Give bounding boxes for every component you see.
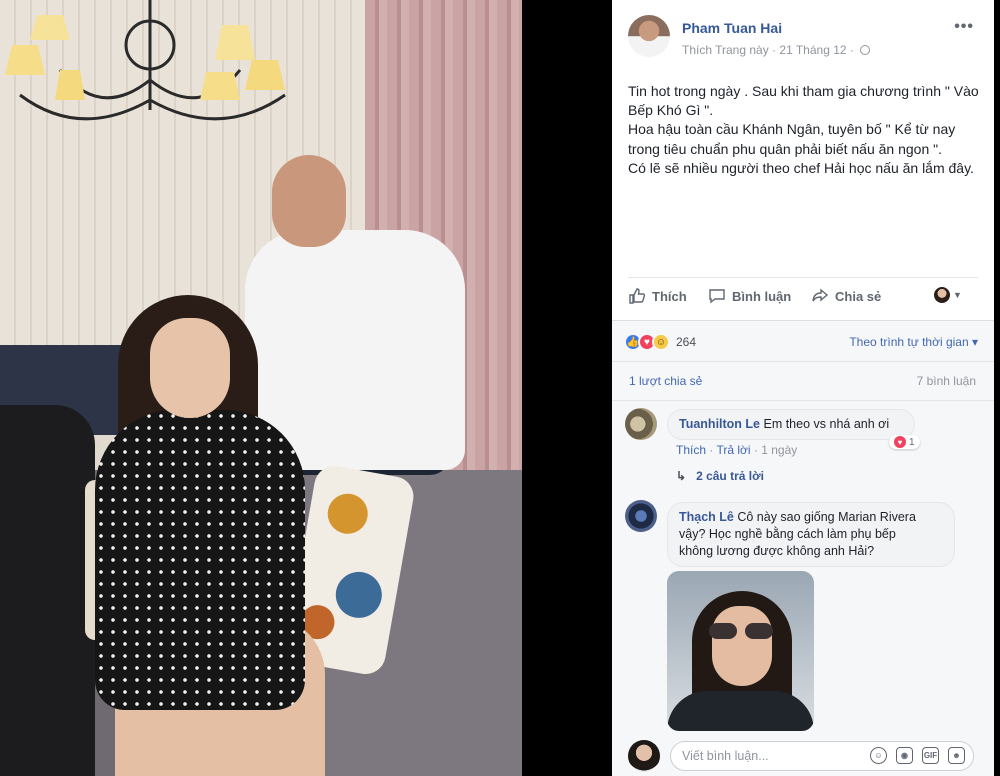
camera-icon[interactable]: ◉ — [896, 747, 913, 764]
sticker-icon[interactable]: ☻ — [948, 747, 965, 764]
comment-reply-link[interactable]: Trả lời — [716, 443, 750, 457]
comment-reaction-badge[interactable]: ♥ 1 — [889, 435, 920, 449]
woman-polka-dress — [95, 410, 305, 710]
like-page-link[interactable]: Thích Trang này — [682, 43, 769, 57]
commenter-name[interactable]: Thạch Lê — [679, 510, 734, 524]
post-text-line: Hoa hậu toàn cầu Khánh Ngân, tuyên bố " … — [628, 121, 956, 157]
screen: Pham Tuan Hai Thích Trang này · 21 Tháng… — [0, 0, 1000, 776]
comment-like-link[interactable]: Thích — [676, 443, 706, 457]
sunglasses-icon — [709, 623, 775, 639]
thumbs-up-icon — [629, 288, 646, 304]
post-text-line: Có lẽ sẽ nhiều người theo chef Hải học n… — [628, 159, 974, 176]
reactions-summary[interactable]: 👍 ♥ ☺ 264 — [624, 333, 696, 351]
comment-input-placeholder: Viết bình luận... — [682, 749, 769, 763]
more-dots-icon[interactable]: ••• — [954, 18, 974, 36]
commenter-avatar[interactable] — [625, 500, 657, 532]
comment-text: Em theo vs nhá anh ơi — [760, 417, 890, 431]
sort-comments-dropdown[interactable]: Theo trình tự thời gian ▾ — [849, 335, 978, 349]
author-avatar[interactable] — [628, 15, 670, 57]
action-bar: Thích Bình luận Chia sẻ ▼ — [628, 287, 980, 313]
chevron-down-icon: ▼ — [953, 290, 962, 300]
comment-icon — [709, 289, 725, 304]
divider — [628, 277, 978, 278]
chandelier-icon — [5, 0, 286, 121]
comment-text-line: Cô này sao giống Marian Rivera — [733, 510, 916, 524]
viewer-avatar — [934, 287, 950, 303]
post-meta: Thích Trang này · 21 Tháng 12 · — [682, 43, 871, 57]
view-replies-link[interactable]: ↳ 2 câu trả lời — [676, 469, 764, 483]
comment-meta: Thích · Trả lời · 1 ngày — [676, 443, 798, 457]
haha-reaction-icon: ☺ — [652, 333, 670, 351]
post-date[interactable]: 21 Tháng 12 — [779, 43, 846, 57]
comment-button[interactable]: Bình luận — [708, 287, 791, 305]
post-text: Tin hot trong ngày . Sau khi tham gia ch… — [628, 82, 984, 178]
comment-label: Bình luận — [732, 288, 792, 304]
woman-face — [150, 318, 230, 418]
comment-composer: Viết bình luận... ☺ ◉ GIF ☻ — [612, 732, 994, 776]
comment-bubble: Thạch Lê Cô này sao giống Marian Rivera … — [667, 502, 955, 567]
post-text-line: Tin hot trong ngày . Sau khi tham gia ch… — [628, 83, 979, 119]
person-left-edge — [0, 405, 95, 776]
author-name[interactable]: Pham Tuan Hai — [682, 20, 782, 36]
comment-text-line: vậy? Học nghề bằng cách làm phụ bếp — [679, 527, 896, 541]
share-icon — [812, 288, 829, 302]
commenter-name[interactable]: Tuanhilton Le — [679, 417, 760, 431]
comment-input[interactable]: Viết bình luận... ☺ ◉ GIF ☻ — [670, 741, 974, 771]
comments-count[interactable]: 7 bình luận — [917, 374, 976, 388]
viewer-avatar — [628, 740, 660, 772]
shares-count[interactable]: 1 lượt chia sẻ — [629, 374, 702, 388]
comment-attached-photo[interactable] — [667, 571, 814, 731]
reply-arrow-icon: ↳ — [676, 469, 687, 483]
share-label: Chia sẻ — [835, 288, 882, 304]
reaction-count: 264 — [676, 335, 697, 349]
post-photo[interactable] — [0, 0, 522, 776]
gif-icon[interactable]: GIF — [922, 747, 939, 764]
post-header: Pham Tuan Hai Thích Trang này · 21 Tháng… — [612, 0, 994, 70]
like-button[interactable]: Thích — [628, 287, 687, 305]
share-button[interactable]: Chia sẻ — [811, 287, 881, 305]
composer-icons: ☺ ◉ GIF ☻ — [870, 747, 965, 764]
commenter-avatar[interactable] — [625, 408, 657, 440]
like-label: Thích — [652, 288, 687, 304]
love-reaction-icon: ♥ — [894, 436, 906, 448]
emoji-icon[interactable]: ☺ — [870, 747, 887, 764]
comment-bubble: Tuanhilton Le Em theo vs nhá anh ơi — [667, 409, 915, 440]
globe-icon — [860, 45, 871, 55]
post-panel: Pham Tuan Hai Thích Trang này · 21 Tháng… — [612, 0, 994, 776]
comment-time[interactable]: 1 ngày — [761, 443, 797, 457]
man-head — [272, 155, 346, 247]
comment-text-line: không lương được không anh Hải? — [679, 544, 875, 558]
audience-picker[interactable]: ▼ — [934, 287, 962, 303]
